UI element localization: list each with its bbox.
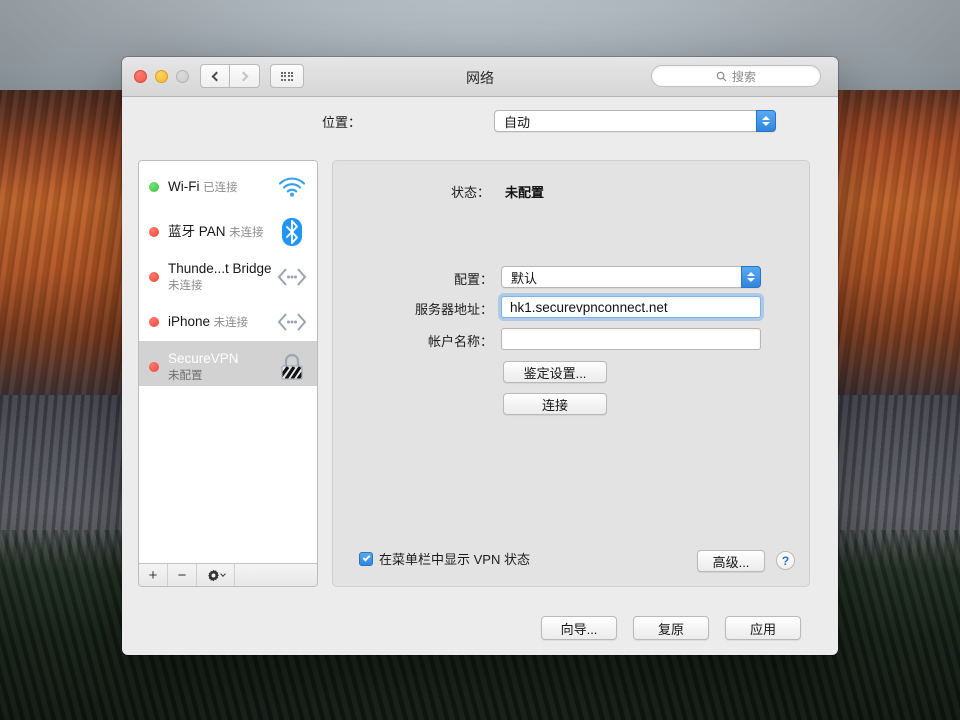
apply-button[interactable]: 应用 <box>725 616 801 640</box>
server-address-label: 服务器地址： <box>414 302 493 317</box>
sidebar-footer-toolbar: + − <box>139 563 317 586</box>
service-status: 未配置 <box>168 369 203 382</box>
service-actions-button[interactable] <box>197 564 235 586</box>
service-name: Thunde...t Bridge <box>168 260 272 276</box>
account-name-input[interactable] <box>501 328 761 350</box>
service-status: 未连接 <box>229 226 264 239</box>
status-dot-red <box>149 361 159 372</box>
services-list: Wi-Fi 已连接 蓝牙 PAN 未连接 Thunde...t Bridge 未… <box>139 161 317 563</box>
network-preferences-window: 网络 搜索 位置： 自动 Wi-Fi 已连接 蓝牙 PAN 未连接 Thunde… <box>122 57 838 655</box>
configuration-popup-button[interactable]: 默认 <box>501 266 761 288</box>
service-detail-panel: 状态： 未配置 配置： 默认 服务器地址： hk1.securevpnconne… <box>332 160 810 587</box>
server-address-input[interactable]: hk1.securevpnconnect.net <box>501 296 761 318</box>
status-dot-green <box>149 181 159 192</box>
thunderbolt-bridge-icon <box>275 312 309 332</box>
show-vpn-status-checkbox-row[interactable]: 在菜单栏中显示 VPN 状态 <box>359 549 530 568</box>
service-name: SecureVPN <box>168 350 239 366</box>
search-input[interactable]: 搜索 <box>651 65 821 87</box>
assistant-button[interactable]: 向导... <box>541 616 617 640</box>
location-row: 位置： 自动 <box>122 97 838 145</box>
service-name: Wi-Fi <box>168 178 200 194</box>
status-label: 状态： <box>451 185 491 200</box>
status-dot-red <box>149 316 159 327</box>
sidebar-item-wifi[interactable]: Wi-Fi 已连接 <box>139 161 317 206</box>
location-label: 位置： <box>322 114 362 130</box>
configuration-value: 默认 <box>511 270 538 286</box>
status-dot-red <box>149 226 159 237</box>
service-status: 未连接 <box>213 316 249 329</box>
show-vpn-status-checkbox[interactable] <box>359 551 373 566</box>
sidebar-item-thunderbolt-bridge[interactable]: Thunde...t Bridge 未连接 <box>139 251 317 296</box>
configuration-label: 配置： <box>453 272 493 287</box>
location-value: 自动 <box>504 114 531 130</box>
gear-icon <box>207 569 219 581</box>
checkmark-icon <box>362 553 370 561</box>
server-address-value: hk1.securevpnconnect.net <box>510 299 668 315</box>
sidebar-item-iphone[interactable]: iPhone 未连接 <box>139 296 317 341</box>
wifi-icon <box>275 176 309 197</box>
service-name: iPhone <box>168 313 211 329</box>
sidebar-item-securevpn[interactable]: SecureVPN 未配置 <box>139 341 317 386</box>
chevron-updown-icon <box>756 110 776 132</box>
search-icon <box>716 71 727 82</box>
service-status: 已连接 <box>203 181 238 194</box>
remove-service-button[interactable]: − <box>168 564 197 586</box>
bluetooth-icon <box>275 217 309 247</box>
add-service-button[interactable]: + <box>139 564 168 586</box>
status-value: 未配置 <box>505 185 545 200</box>
service-status: 未连接 <box>168 279 203 292</box>
account-name-label: 帐户名称： <box>427 334 493 349</box>
show-vpn-status-label: 在菜单栏中显示 VPN 状态 <box>379 552 530 567</box>
chevron-down-icon <box>219 571 226 577</box>
location-popup-button[interactable]: 自动 <box>494 110 776 132</box>
authentication-settings-button[interactable]: 鉴定设置... <box>503 361 607 383</box>
chevron-updown-icon <box>741 266 761 288</box>
status-dot-red <box>149 271 159 282</box>
window-titlebar: 网络 搜索 <box>122 57 838 97</box>
help-button[interactable]: ? <box>776 551 795 570</box>
advanced-button[interactable]: 高级... <box>697 550 765 572</box>
vpn-lock-icon <box>275 351 309 383</box>
revert-button[interactable]: 复原 <box>633 616 709 640</box>
window-footer-buttons: 向导... 复原 应用 <box>122 616 838 640</box>
services-sidebar: Wi-Fi 已连接 蓝牙 PAN 未连接 Thunde...t Bridge 未… <box>138 160 318 587</box>
connect-button[interactable]: 连接 <box>503 393 607 415</box>
search-placeholder: 搜索 <box>731 69 756 84</box>
sidebar-item-bluetooth-pan[interactable]: 蓝牙 PAN 未连接 <box>139 206 317 251</box>
service-name: 蓝牙 PAN <box>168 223 226 239</box>
thunderbolt-bridge-icon <box>275 267 309 287</box>
